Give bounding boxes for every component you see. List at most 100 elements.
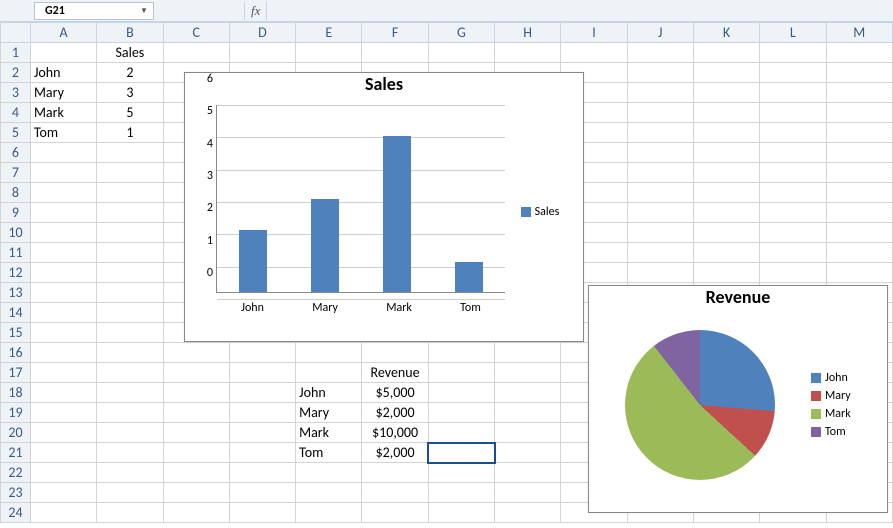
cell-M12[interactable] [826, 263, 893, 283]
cell-A9[interactable] [30, 203, 96, 223]
cell-B15[interactable] [97, 323, 163, 343]
cell-B22[interactable] [97, 463, 163, 483]
cell-E19[interactable]: Mary [296, 403, 362, 423]
chart-sales[interactable]: Sales 0123456 JohnMaryMarkTom Sales [184, 72, 584, 342]
col-header-E[interactable]: E [296, 23, 362, 43]
cell-J10[interactable] [627, 223, 693, 243]
cell-F22[interactable] [362, 463, 428, 483]
cell-B3[interactable]: 3 [97, 83, 163, 103]
col-header-J[interactable]: J [627, 23, 693, 43]
cell-A13[interactable] [30, 283, 96, 303]
cell-M4[interactable] [826, 103, 893, 123]
cell-E23[interactable] [296, 483, 362, 503]
cell-M11[interactable] [826, 243, 893, 263]
cell-H17[interactable] [495, 363, 561, 383]
cell-A1[interactable] [30, 43, 96, 63]
cell-K11[interactable] [693, 243, 759, 263]
cell-B1[interactable]: Sales [97, 43, 163, 63]
cell-L5[interactable] [760, 123, 826, 143]
cell-J4[interactable] [627, 103, 693, 123]
cell-L2[interactable] [760, 63, 826, 83]
cell-A3[interactable]: Mary [30, 83, 96, 103]
cell-M5[interactable] [826, 123, 893, 143]
cell-F17[interactable]: Revenue [362, 363, 428, 383]
cell-C23[interactable] [163, 483, 229, 503]
row-header-22[interactable]: 22 [1, 463, 31, 483]
col-header-I[interactable]: I [561, 23, 627, 43]
row-header-20[interactable]: 20 [1, 423, 31, 443]
cell-F1[interactable] [362, 43, 428, 63]
cell-M6[interactable] [826, 143, 893, 163]
cell-H18[interactable] [495, 383, 561, 403]
cell-E21[interactable]: Tom [296, 443, 362, 463]
cell-C1[interactable] [163, 43, 229, 63]
cell-A17[interactable] [30, 363, 96, 383]
row-header-7[interactable]: 7 [1, 163, 31, 183]
cell-L10[interactable] [760, 223, 826, 243]
cell-D20[interactable] [229, 423, 295, 443]
formula-input[interactable] [267, 3, 893, 19]
cell-J9[interactable] [627, 203, 693, 223]
cell-M3[interactable] [826, 83, 893, 103]
row-header-12[interactable]: 12 [1, 263, 31, 283]
cell-J1[interactable] [627, 43, 693, 63]
cell-A21[interactable] [30, 443, 96, 463]
cell-J8[interactable] [627, 183, 693, 203]
cell-A24[interactable] [30, 503, 96, 523]
cell-M9[interactable] [826, 203, 893, 223]
cell-A4[interactable]: Mark [30, 103, 96, 123]
cell-D17[interactable] [229, 363, 295, 383]
cell-B8[interactable] [97, 183, 163, 203]
cell-L9[interactable] [760, 203, 826, 223]
cell-H22[interactable] [495, 463, 561, 483]
cell-E20[interactable]: Mark [296, 423, 362, 443]
cell-E22[interactable] [296, 463, 362, 483]
cell-G17[interactable] [428, 363, 494, 383]
col-header-G[interactable]: G [428, 23, 494, 43]
cell-D16[interactable] [229, 343, 295, 363]
cell-K7[interactable] [693, 163, 759, 183]
cell-C17[interactable] [163, 363, 229, 383]
cell-J6[interactable] [627, 143, 693, 163]
cell-B6[interactable] [97, 143, 163, 163]
cell-F21[interactable]: $2,000 [362, 443, 428, 463]
cell-D21[interactable] [229, 443, 295, 463]
cell-K9[interactable] [693, 203, 759, 223]
cell-E17[interactable] [296, 363, 362, 383]
cell-G19[interactable] [428, 403, 494, 423]
cell-E24[interactable] [296, 503, 362, 523]
cell-K8[interactable] [693, 183, 759, 203]
cell-B2[interactable]: 2 [97, 63, 163, 83]
cell-A6[interactable] [30, 143, 96, 163]
row-header-4[interactable]: 4 [1, 103, 31, 123]
cell-B12[interactable] [97, 263, 163, 283]
row-header-18[interactable]: 18 [1, 383, 31, 403]
cell-L3[interactable] [760, 83, 826, 103]
cell-A16[interactable] [30, 343, 96, 363]
cell-F24[interactable] [362, 503, 428, 523]
name-box-dropdown-icon[interactable]: ▼ [137, 6, 151, 16]
row-header-6[interactable]: 6 [1, 143, 31, 163]
cell-K4[interactable] [693, 103, 759, 123]
row-header-17[interactable]: 17 [1, 363, 31, 383]
row-header-9[interactable]: 9 [1, 203, 31, 223]
row-header-16[interactable]: 16 [1, 343, 31, 363]
row-header-2[interactable]: 2 [1, 63, 31, 83]
cell-K10[interactable] [693, 223, 759, 243]
cell-H21[interactable] [495, 443, 561, 463]
cell-C16[interactable] [163, 343, 229, 363]
cell-J2[interactable] [627, 63, 693, 83]
row-header-23[interactable]: 23 [1, 483, 31, 503]
col-header-C[interactable]: C [163, 23, 229, 43]
cell-A15[interactable] [30, 323, 96, 343]
cell-C21[interactable] [163, 443, 229, 463]
row-header-8[interactable]: 8 [1, 183, 31, 203]
col-header-F[interactable]: F [362, 23, 428, 43]
cell-A20[interactable] [30, 423, 96, 443]
cell-B7[interactable] [97, 163, 163, 183]
cell-A19[interactable] [30, 403, 96, 423]
fx-icon[interactable]: fx [244, 2, 267, 20]
chart-revenue[interactable]: Revenue JohnMaryMarkTom [588, 285, 888, 513]
cell-L12[interactable] [760, 263, 826, 283]
cell-H20[interactable] [495, 423, 561, 443]
